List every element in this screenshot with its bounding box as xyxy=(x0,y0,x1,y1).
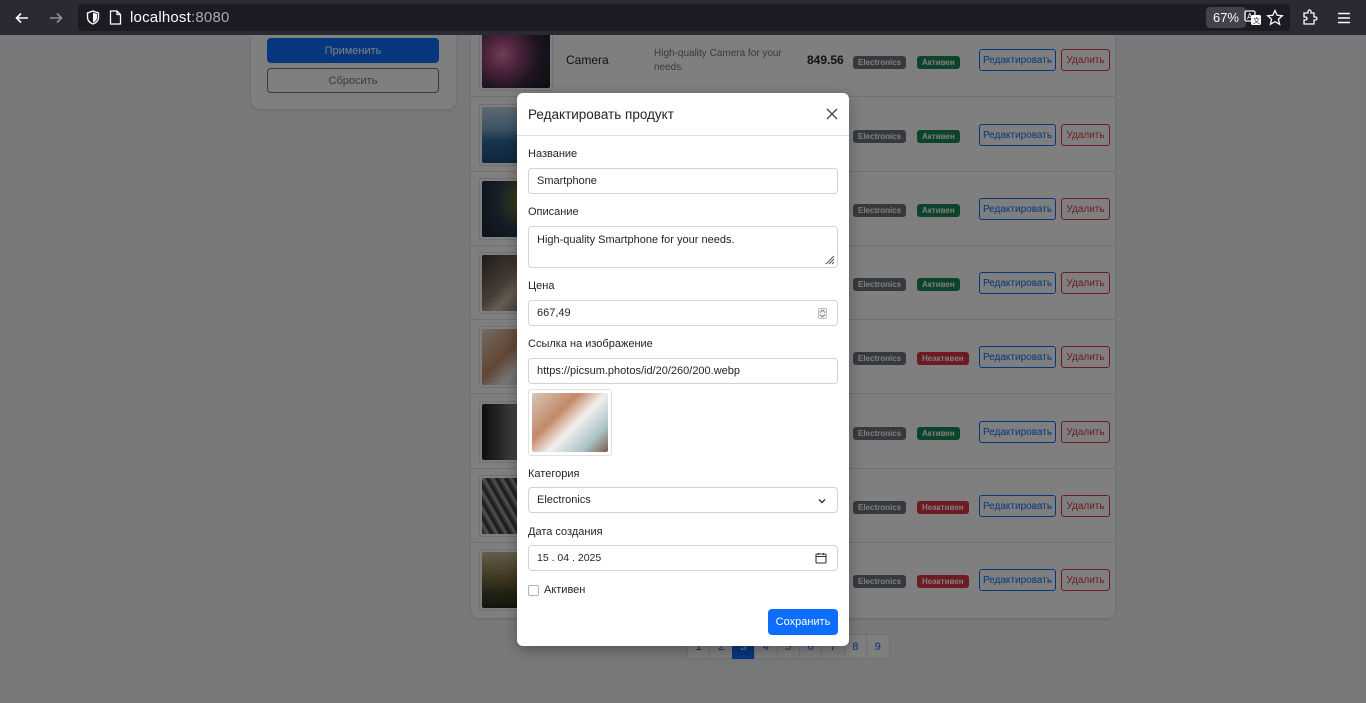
price-input[interactable]: 667,49 xyxy=(528,300,838,326)
address-bar[interactable]: localhost:8080 67% xyxy=(78,4,1290,31)
svg-text:文: 文 xyxy=(1253,16,1260,25)
modal-header: Редактировать продукт xyxy=(517,93,849,136)
image-url-label: Ссылка на изображение xyxy=(528,338,653,350)
extensions-icon[interactable] xyxy=(1300,8,1320,28)
category-label: Категория xyxy=(528,468,580,480)
back-arrow-icon xyxy=(15,12,28,24)
resize-grip-icon[interactable] xyxy=(824,254,835,265)
active-checkbox-label[interactable]: Активен xyxy=(544,584,585,596)
description-textarea[interactable]: High-quality Smartphone for your needs. xyxy=(528,226,838,268)
back-button[interactable] xyxy=(8,4,36,32)
edit-product-modal: Редактировать продукт Название Smartphon… xyxy=(517,93,849,646)
save-button[interactable]: Сохранить xyxy=(768,609,838,635)
price-value: 667,49 xyxy=(537,307,571,319)
page-icon xyxy=(109,10,122,25)
url-host: localhost xyxy=(130,9,192,26)
image-preview xyxy=(528,389,612,456)
category-select[interactable]: Electronics xyxy=(528,487,838,513)
date-value: 15 . 04 . 2025 xyxy=(537,552,602,564)
modal-title: Редактировать продукт xyxy=(528,107,674,122)
name-label: Название xyxy=(528,148,578,160)
name-input[interactable]: Smartphone xyxy=(528,168,838,194)
forward-button[interactable] xyxy=(42,4,70,32)
url-port: :8080 xyxy=(191,9,230,26)
shield-icon[interactable] xyxy=(86,10,100,25)
price-label: Цена xyxy=(528,280,555,292)
forward-arrow-icon xyxy=(50,12,63,24)
url-text: localhost:8080 xyxy=(130,9,230,26)
date-label: Дата создания xyxy=(528,526,603,538)
translate-icon[interactable]: A文 xyxy=(1243,8,1263,28)
image-url-input[interactable]: https://picsum.photos/id/20/260/200.webp xyxy=(528,358,838,384)
menu-hamburger-icon[interactable] xyxy=(1334,8,1354,28)
description-label: Описание xyxy=(528,206,579,218)
browser-toolbar: localhost:8080 67% A文 xyxy=(0,0,1366,35)
bookmark-star-icon[interactable] xyxy=(1265,8,1285,28)
description-text: High-quality Smartphone for your needs. xyxy=(537,234,735,246)
number-spinner-icon[interactable] xyxy=(818,308,827,319)
calendar-icon[interactable] xyxy=(815,552,827,564)
category-selected: Electronics xyxy=(537,494,591,506)
close-icon[interactable] xyxy=(824,106,840,122)
zoom-level[interactable]: 67% xyxy=(1205,7,1246,28)
chevron-down-icon xyxy=(818,499,826,504)
date-input[interactable]: 15 . 04 . 2025 xyxy=(528,545,838,571)
active-checkbox[interactable] xyxy=(528,585,539,596)
